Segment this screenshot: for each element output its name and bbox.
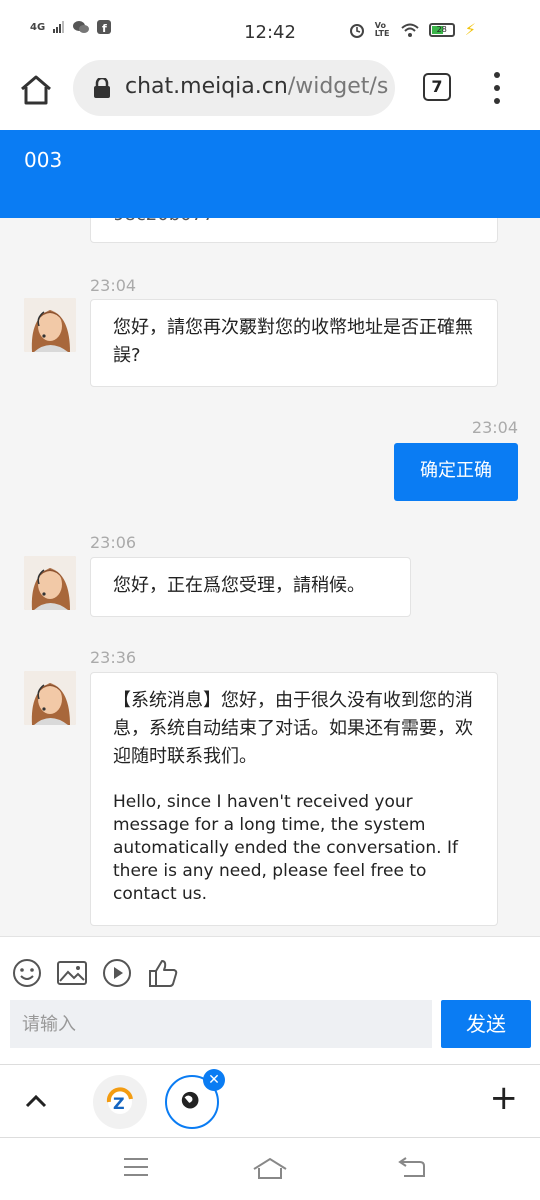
video-icon[interactable]	[101, 957, 133, 989]
chat-title: 003	[24, 148, 63, 172]
overflow-menu-icon[interactable]	[492, 72, 502, 104]
emoji-icon[interactable]	[11, 957, 43, 989]
alarm-icon	[349, 23, 364, 38]
charging-icon: ⚡	[464, 20, 476, 39]
new-tab-icon[interactable]: +	[490, 1081, 519, 1115]
svg-text:Z: Z	[113, 1094, 125, 1113]
zapp-logo-icon: Z	[106, 1087, 133, 1114]
send-button[interactable]: 发送	[441, 1000, 531, 1048]
volte-indicator: Vo LTE	[374, 20, 390, 38]
agent-message-bubble: 您好，正在爲您受理，請稍候。	[90, 557, 411, 617]
tab-switcher-button[interactable]: 7	[423, 73, 451, 101]
message-time: 23:06	[90, 533, 137, 552]
agent-avatar	[24, 671, 76, 725]
system-message-cn: 【系统消息】您好，由于很久没有收到您的消息，系统自动结束了对话。如果还有需要，欢…	[113, 690, 473, 767]
chevron-up-icon[interactable]	[24, 1091, 48, 1111]
agent-message-bubble: 您好，請您再次覈對您的收幣地址是否正確無誤?	[90, 299, 498, 387]
system-nav-bar	[0, 1138, 540, 1200]
close-tab-icon[interactable]: ✕	[203, 1069, 225, 1091]
message-time: 23:04	[471, 418, 518, 437]
url-path: /widget/s	[287, 74, 389, 99]
back-icon[interactable]	[396, 1156, 426, 1180]
lock-icon	[94, 78, 110, 98]
url-host: chat.meiqia.cn	[125, 74, 288, 99]
message-time: 23:04	[90, 276, 137, 295]
agent-photo-icon	[24, 298, 76, 352]
agent-avatar	[24, 556, 76, 610]
agent-photo-icon	[24, 556, 76, 610]
agent-avatar	[24, 298, 76, 352]
message-input[interactable]	[10, 1000, 432, 1048]
tab-thumbnail[interactable]: Z	[93, 1075, 147, 1129]
browser-toolbar: chat.meiqia.cn/widget/s 7	[0, 60, 540, 130]
nav-home-icon[interactable]	[252, 1156, 288, 1180]
image-icon[interactable]	[56, 957, 88, 989]
home-icon[interactable]	[18, 72, 54, 108]
url-text: chat.meiqia.cn/widget/s	[125, 74, 388, 99]
chat-header: 003	[0, 130, 540, 218]
recent-apps-icon[interactable]	[122, 1156, 150, 1178]
battery-icon: 28	[428, 22, 455, 37]
address-bar[interactable]: chat.meiqia.cn/widget/s	[73, 60, 395, 116]
thumbs-up-icon[interactable]	[147, 957, 179, 989]
wifi-icon	[401, 23, 419, 37]
browser-tab-strip: Z ✕ +	[0, 1064, 540, 1138]
system-message-bubble: 【系统消息】您好，由于很久没有收到您的消息，系统自动结束了对话。如果还有需要，欢…	[90, 672, 498, 926]
user-message-bubble: 确定正确	[394, 443, 518, 501]
status-bar: 4G f 12:42 Vo LTE 28 ⚡	[0, 0, 540, 60]
status-right-icons: Vo LTE 28 ⚡	[349, 20, 476, 39]
message-time: 23:36	[90, 648, 137, 667]
message-list[interactable]: 98c20b077 23:04 您好，請您再次覈對您的收幣地址是否正確無誤? 2…	[0, 130, 540, 936]
system-message-en: Hello, since I haven't received your mes…	[113, 792, 458, 904]
message-composer: 发送	[0, 936, 540, 1064]
agent-photo-icon	[24, 671, 76, 725]
active-tab-thumbnail[interactable]: ✕	[165, 1069, 225, 1129]
